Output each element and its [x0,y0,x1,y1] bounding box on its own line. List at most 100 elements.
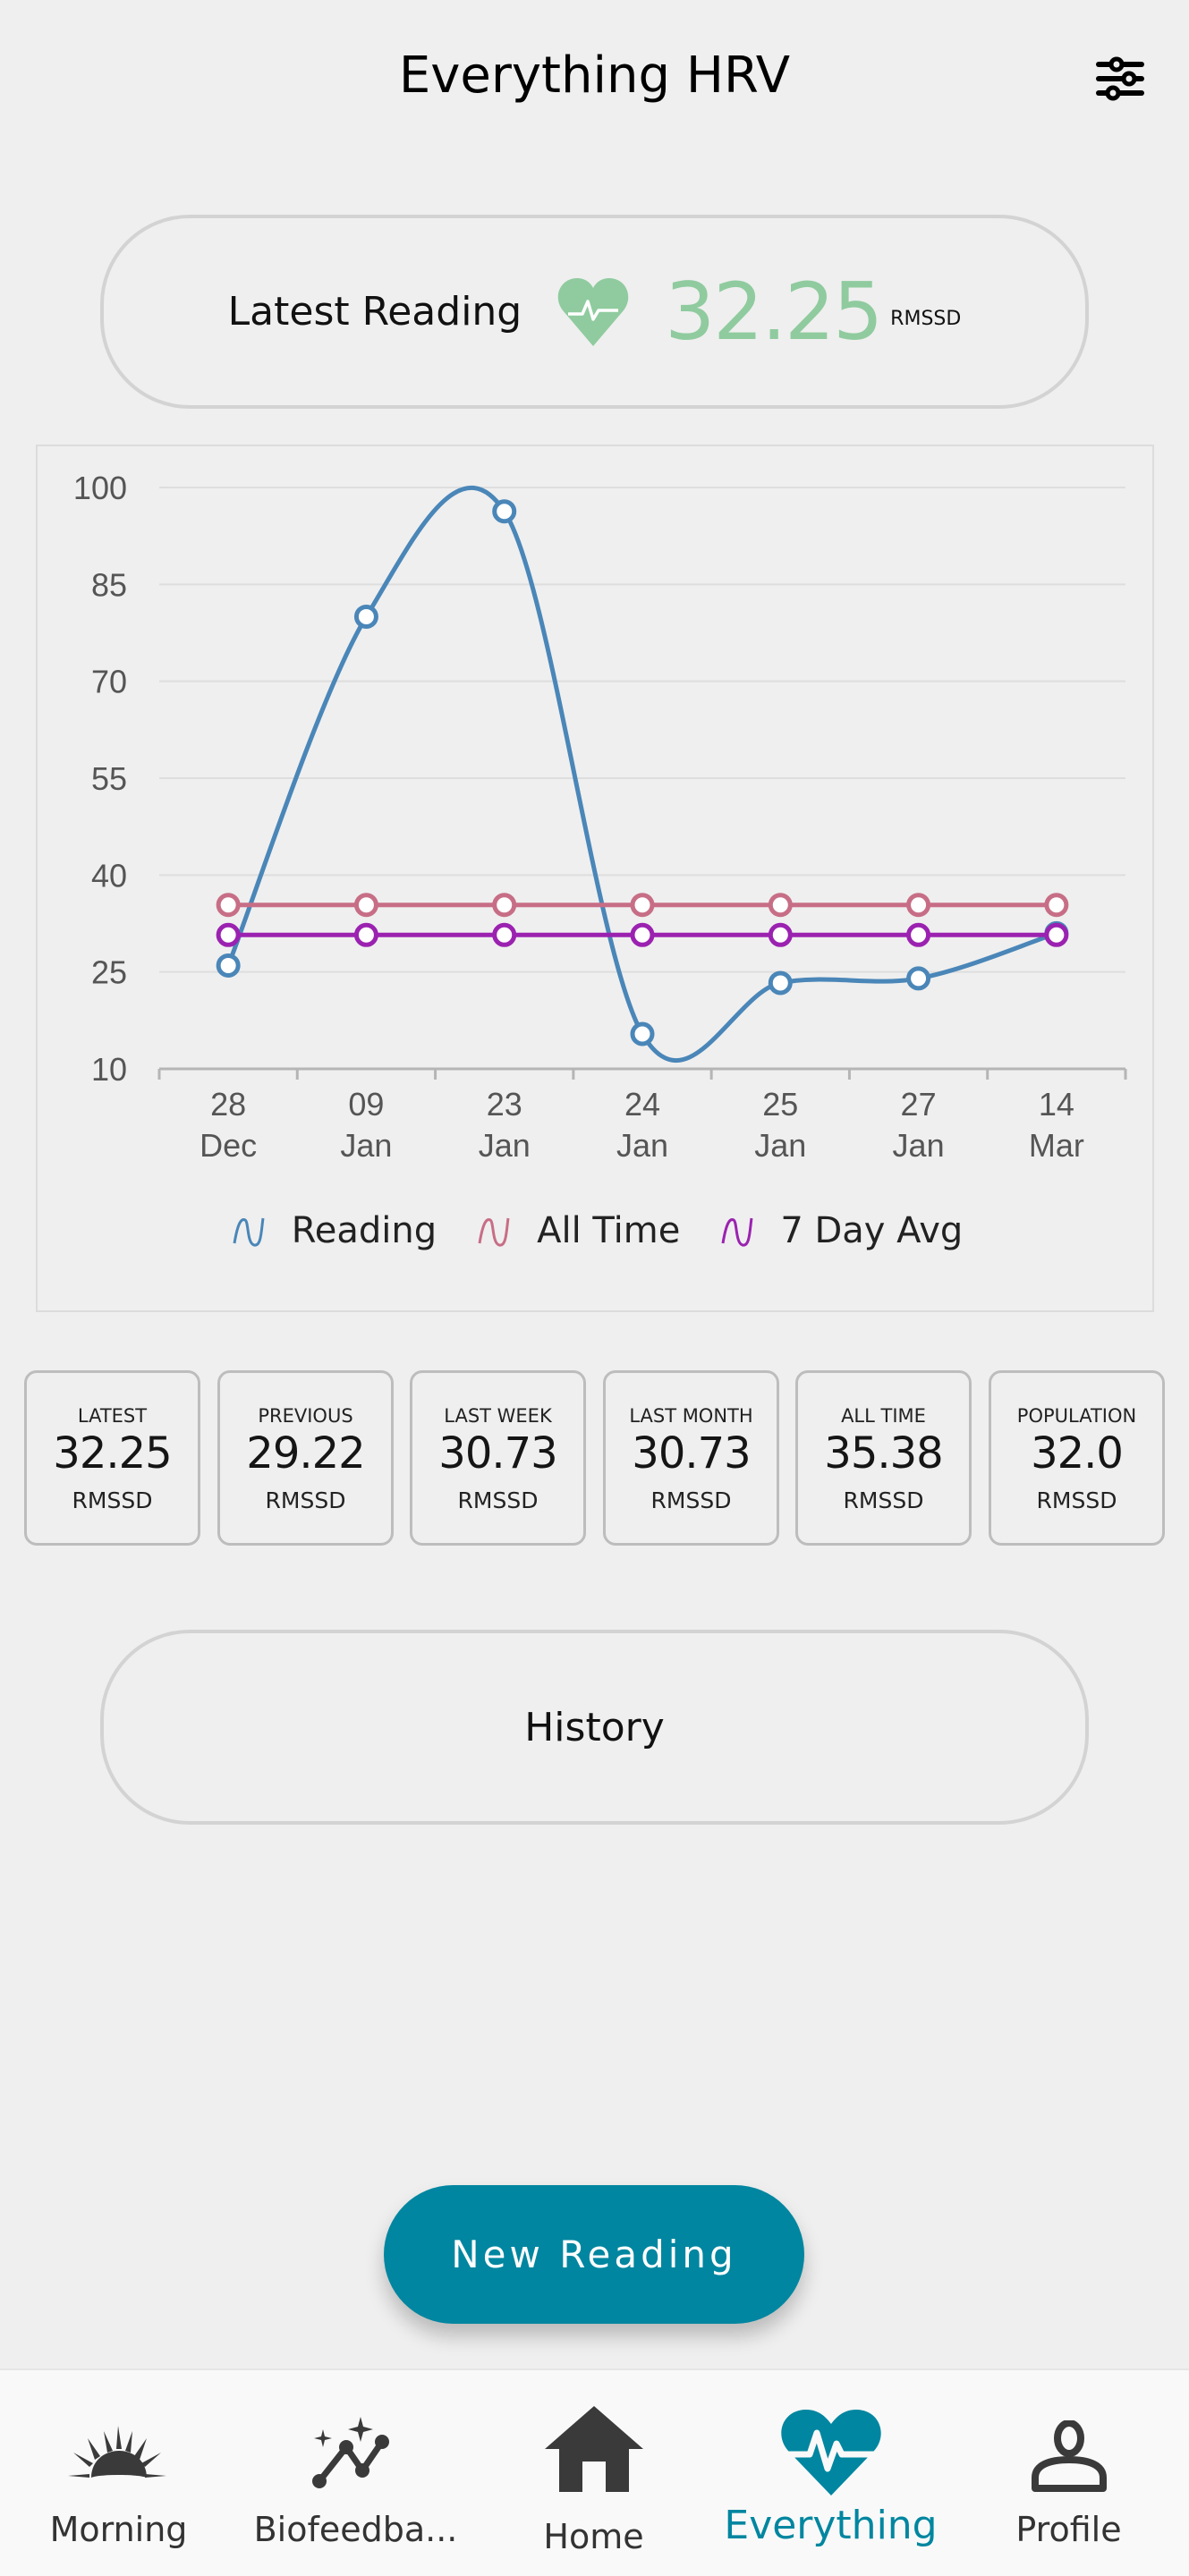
stat-value: 32.25 [53,1428,172,1479]
latest-reading-label: Latest Reading [227,289,522,335]
x-tick-label: Jan [340,1127,392,1164]
legend-item-all-time[interactable]: All Time [476,1210,680,1251]
legend-item-reading[interactable]: Reading [231,1210,437,1251]
data-point [492,499,517,524]
y-tick-label: 100 [73,470,127,506]
new-reading-button[interactable]: New Reading [384,2185,804,2324]
data-point [353,922,378,947]
x-tick-label: Jan [893,1127,945,1164]
nav-label: Everything [724,2503,938,2548]
data-point [630,922,655,947]
heart-pulse-icon [780,2410,881,2496]
data-point [768,893,793,918]
x-tick-label: 23 [487,1086,522,1123]
stat-card-previous: PREVIOUS 29.22 RMSSD [217,1370,394,1546]
nav-label: Home [543,2517,644,2556]
page-title: Everything HRV [398,47,791,105]
stats-row: LATEST 32.25 RMSSD PREVIOUS 29.22 RMSSD … [24,1370,1178,1546]
stat-title: LAST MONTH [629,1405,753,1427]
bottom-nav: Morning Biofeedba... Home Everything Pro… [0,2368,1189,2576]
sliders-icon [1096,56,1144,101]
data-point [353,604,378,629]
x-tick-label: 14 [1039,1086,1074,1123]
y-tick-label: 25 [91,954,127,991]
home-icon [544,2406,643,2492]
y-tick-label: 70 [91,664,127,700]
nav-label: Profile [1015,2510,1122,2549]
legend-label: 7 Day Avg [780,1210,964,1251]
history-button[interactable]: History [100,1630,1089,1825]
stat-card-last-week: LAST WEEK 30.73 RMSSD [410,1370,586,1546]
nav-item-home[interactable]: Home [475,2370,712,2576]
stat-unit: RMSSD [265,1487,346,1513]
x-tick-label: Mar [1029,1127,1084,1164]
stat-value: 30.73 [438,1428,557,1479]
y-tick-label: 40 [91,857,127,894]
x-tick-label: 28 [210,1086,246,1123]
data-point [1044,893,1069,918]
history-label: History [524,1704,665,1750]
x-tick-label: 09 [348,1086,384,1123]
stat-value: 32.0 [1031,1428,1124,1479]
stat-unit: RMSSD [457,1487,539,1513]
stat-value: 30.73 [632,1428,751,1479]
settings-button[interactable] [1093,52,1147,106]
stat-unit: RMSSD [72,1487,153,1513]
legend-wave-icon [478,1217,510,1247]
stat-card-population: POPULATION 32.0 RMSSD [989,1370,1165,1546]
sparkle-chart-icon [311,2417,389,2488]
stat-card-last-month: LAST MONTH 30.73 RMSSD [603,1370,779,1546]
heart-pulse-icon [557,277,629,346]
nav-item-profile[interactable]: Profile [950,2370,1187,2576]
stat-card-all-time: ALL TIME 35.38 RMSSD [795,1370,972,1546]
stat-title: ALL TIME [841,1405,926,1427]
stat-title: POPULATION [1016,1405,1137,1427]
x-tick-label: Jan [616,1127,668,1164]
stat-title: LAST WEEK [444,1405,552,1427]
x-tick-label: Jan [479,1127,531,1164]
nav-label: Morning [49,2510,188,2549]
data-point [216,922,241,947]
latest-reading-unit: RMSSD [890,308,962,330]
nav-item-biofeedback[interactable]: Biofeedba... [237,2370,474,2576]
chart-canvas: 100 85 70 55 40 25 10 28 Dec 09 Jan 23 Jan 24 Jan 25 Jan… [73,470,1127,1164]
data-point [492,893,517,918]
legend-label: Reading [291,1210,437,1251]
x-tick-label: 24 [624,1086,660,1123]
new-reading-label: New Reading [451,2233,737,2276]
data-point [906,893,931,918]
data-point [768,970,793,996]
latest-reading-value: 32.25 [665,266,883,358]
stat-unit: RMSSD [650,1487,732,1513]
stat-title: PREVIOUS [258,1405,353,1427]
stat-unit: RMSSD [1036,1487,1117,1513]
series-line-reading [225,485,1057,1063]
data-point [630,893,655,918]
person-icon [1031,2420,1107,2492]
data-point [768,922,793,947]
latest-reading-card: Latest Reading 32.25 RMSSD [100,215,1089,409]
y-tick-label: 85 [91,566,127,603]
data-point [906,922,931,947]
x-tick-label: Dec [200,1127,257,1164]
legend-label: All Time [537,1210,681,1251]
stat-unit: RMSSD [843,1487,924,1513]
legend-item-7-day-avg[interactable]: 7 Day Avg [719,1210,963,1251]
stat-card-latest: LATEST 32.25 RMSSD [24,1370,200,1546]
stat-value: 35.38 [824,1428,943,1479]
data-point [216,893,241,918]
y-tick-label: 10 [91,1051,127,1088]
legend-wave-icon [721,1217,753,1247]
y-tick-label: 55 [91,760,127,797]
data-point [630,1021,655,1046]
legend-wave-icon [233,1217,265,1247]
hrv-chart: 100 85 70 55 40 25 10 28 Dec 09 Jan 23 Jan 24 Jan 25 Jan… [36,445,1154,1312]
data-point [353,893,378,918]
nav-item-everything[interactable]: Everything [712,2370,949,2576]
data-point [906,966,931,991]
nav-label: Biofeedba... [253,2510,458,2549]
data-point [492,922,517,947]
stat-title: LATEST [77,1405,148,1427]
nav-item-morning[interactable]: Morning [0,2370,237,2576]
sunrise-icon [67,2426,166,2478]
